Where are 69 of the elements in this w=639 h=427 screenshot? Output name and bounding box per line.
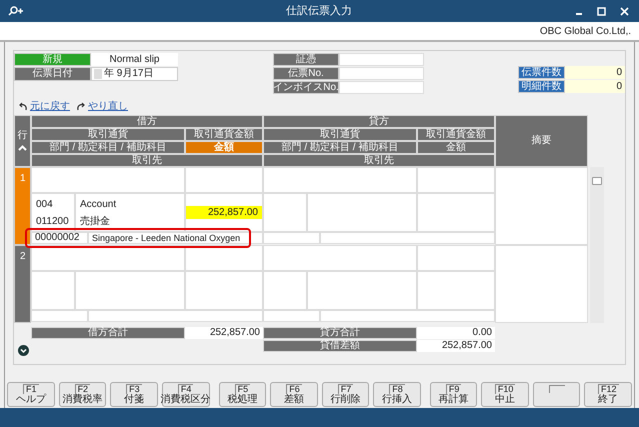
- table-cell: [263, 310, 320, 322]
- function-key-button[interactable]: F1 ヘルプ: [7, 382, 55, 407]
- table-cell: [263, 271, 307, 310]
- row-number[interactable]: 2: [14, 245, 31, 323]
- column-header: 金額: [417, 141, 495, 154]
- undo-icon: [18, 102, 28, 110]
- column-header: 金額: [185, 141, 263, 154]
- total-label: 貸借差額: [263, 340, 417, 352]
- column-header: 借方: [31, 115, 263, 128]
- redo-icon: [76, 102, 86, 110]
- count-label: 明細件数: [518, 80, 565, 93]
- redo-link[interactable]: やり直し: [88, 98, 128, 114]
- field-label: 伝票No.: [273, 67, 339, 80]
- function-key-button[interactable]: F2 消費税率: [58, 382, 106, 407]
- column-header: 取引先: [31, 154, 263, 167]
- row-header: 行: [18, 131, 28, 141]
- column-header: 取引通貨金額: [417, 128, 495, 141]
- chevron-up-icon[interactable]: [18, 145, 27, 151]
- window-title: 仕訳伝票入力: [285, 4, 353, 19]
- function-key-button[interactable]: F6 差額: [270, 382, 318, 407]
- input-field[interactable]: [339, 53, 424, 66]
- search-add-icon[interactable]: [8, 6, 24, 16]
- partner-code: 00000002: [35, 232, 80, 243]
- function-key-button[interactable]: F4 消費税区分: [162, 382, 210, 407]
- undo-link[interactable]: 元に戻す: [30, 98, 70, 114]
- date-field[interactable]: 年 9月17日: [91, 67, 178, 81]
- maximize-icon[interactable]: [597, 6, 606, 16]
- total-label: 貸方合計: [263, 327, 417, 339]
- account-code: 011200: [36, 214, 70, 228]
- slip-type-field[interactable]: Normal slip: [91, 53, 178, 66]
- field-label: インボイスNo.: [273, 81, 339, 94]
- column-header: 部門 / 勘定科目 / 補助科目: [263, 141, 417, 154]
- count-value: 0: [565, 66, 625, 79]
- column-header: 取引通貨金額: [185, 128, 263, 141]
- account-name: 売掛金: [80, 214, 111, 228]
- total-value: 252,857.00: [185, 327, 263, 339]
- function-key-button[interactable]: F10 中止: [481, 382, 529, 407]
- field-label: 証憑: [273, 53, 339, 66]
- column-header: 摘要: [495, 115, 588, 167]
- input-field[interactable]: [339, 67, 424, 80]
- column-header: 貸方: [263, 115, 495, 128]
- column-header: 取引通貨: [31, 128, 185, 141]
- chevron-down-circle-icon[interactable]: [18, 344, 29, 356]
- table-cell: [31, 271, 75, 310]
- count-value: 0: [565, 80, 625, 93]
- partner-name: Singapore - Leeden National Oxygen: [92, 233, 240, 243]
- column-header: 部門 / 勘定科目 / 補助科目: [31, 141, 185, 154]
- input-field[interactable]: [339, 81, 424, 94]
- table-cell: [31, 310, 88, 322]
- close-icon[interactable]: [620, 6, 629, 16]
- status-label: 新規: [14, 53, 91, 66]
- function-key-button[interactable]: F5 税処理: [218, 382, 266, 407]
- function-key-button[interactable]: F12 終了: [584, 382, 632, 407]
- department-code: 004: [36, 198, 54, 212]
- count-label: 伝票件数: [518, 66, 565, 79]
- column-header: 取引先: [263, 154, 495, 167]
- function-key-button[interactable]: F3 付箋: [110, 382, 158, 407]
- total-value: 0.00: [417, 327, 495, 339]
- total-value: 252,857.00: [417, 340, 495, 352]
- total-label: 借方合計: [31, 327, 185, 339]
- company-name: OBC Global Co.Ltd,.: [540, 24, 631, 38]
- function-key-button[interactable]: F9 再計算: [430, 382, 478, 407]
- amount-cell[interactable]: 252,857.00: [186, 206, 262, 219]
- function-key-button[interactable]: F8 行挿入: [373, 382, 421, 407]
- column-header: 取引通貨: [263, 128, 417, 141]
- function-key-button[interactable]: F7 行削除: [322, 382, 370, 407]
- scrollbar[interactable]: [590, 167, 604, 323]
- department-name: Account: [80, 198, 118, 212]
- field-label: 伝票日付: [14, 67, 91, 81]
